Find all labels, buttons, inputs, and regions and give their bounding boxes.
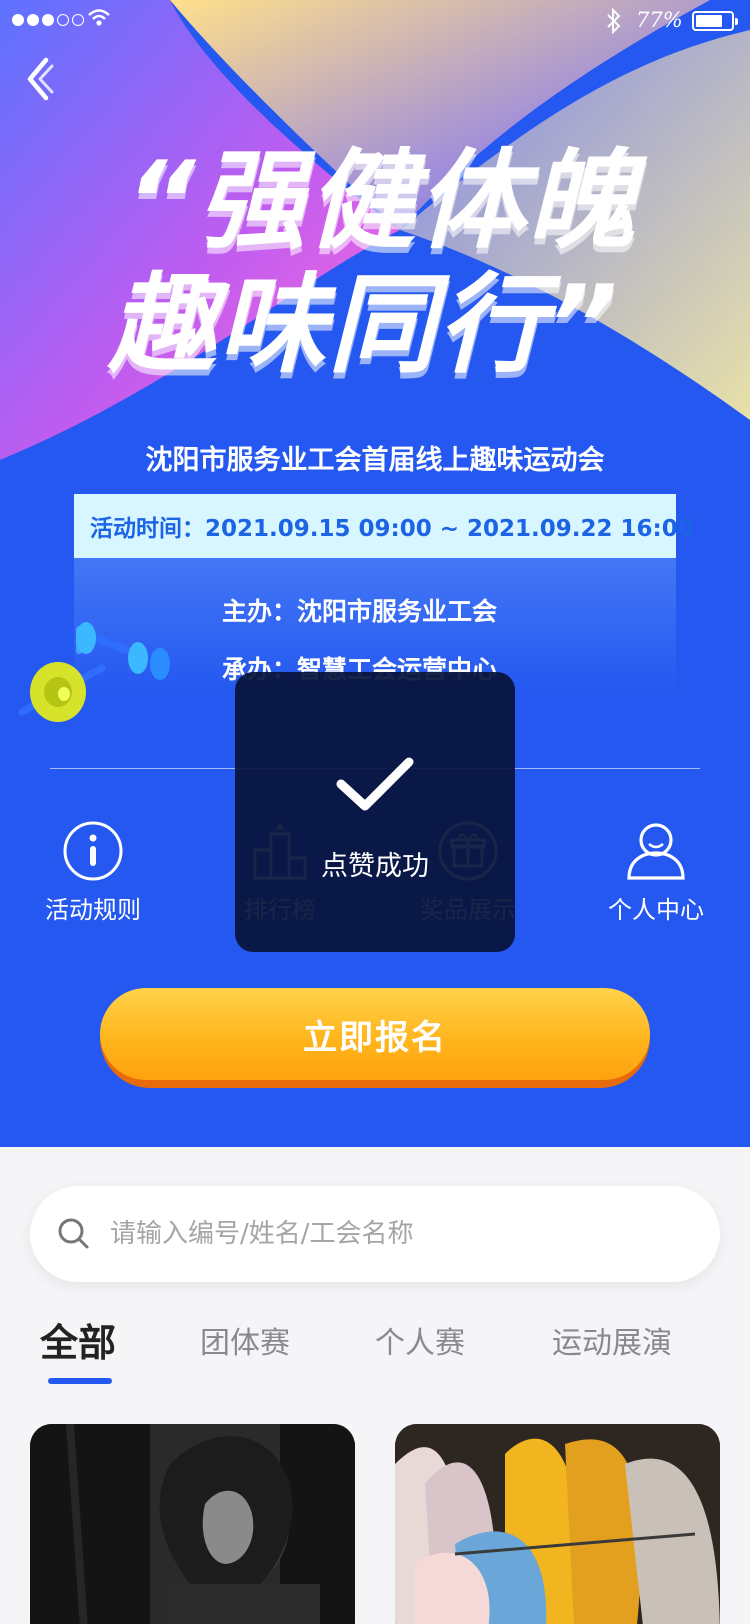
user-icon [627,823,685,880]
event-time: 活动时间：2021.09.15 09:00 ~ 2021.09.22 16:00 [74,494,694,558]
nav-label-rules: 活动规则 [45,896,141,924]
tab-performance[interactable]: 运动展演 [552,1318,672,1362]
bluetooth-icon [607,8,621,34]
headline-line-1: “强健体魄 [126,139,638,264]
tab-team[interactable]: 团体赛 [200,1318,290,1362]
signup-button-label: 立即报名 [100,988,650,1080]
info-icon [63,821,123,881]
headline-line-2: 趣味同行” [108,263,620,388]
tab-individual[interactable]: 个人赛 [375,1318,465,1362]
entry-card-photo [395,1424,720,1624]
like-success-toast: 点赞成功 [235,672,515,952]
toast-message: 点赞成功 [321,851,429,882]
entry-card[interactable] [395,1424,720,1624]
tab-active-indicator [48,1378,112,1384]
hero-banner: 77% “强健体魄 趣味同行” 沈阳市服务业工会首届线上趣味运动会 活动时间：2… [0,0,750,1147]
dumbbell-illustration-icon [18,622,170,722]
signup-button[interactable]: 立即报名 [100,988,650,1088]
battery-icon [692,11,738,31]
entry-card[interactable] [30,1424,355,1624]
search-input[interactable] [110,1206,690,1262]
entry-card-photo [30,1424,355,1624]
search-bar[interactable] [30,1186,720,1282]
check-icon [336,757,414,811]
nav-item-rules[interactable]: 活动规则 [18,820,168,925]
back-chevron-icon[interactable] [22,56,62,102]
battery-percent: 77% [636,8,683,32]
status-bar: 77% [0,0,750,40]
event-subtitle: 沈阳市服务业工会首届线上趣味运动会 [145,445,605,476]
tab-all[interactable]: 全部 [40,1312,116,1367]
nav-label-profile: 个人中心 [608,896,704,924]
category-tabs: 全部 团体赛 个人赛 运动展演 [0,1318,750,1388]
search-icon [58,1218,89,1249]
nav-item-profile[interactable]: 个人中心 [581,820,731,925]
signal-dots-icon [12,14,84,26]
organizer-text: 主办：沈阳市服务业工会 [222,597,498,626]
wifi-icon [88,9,110,26]
